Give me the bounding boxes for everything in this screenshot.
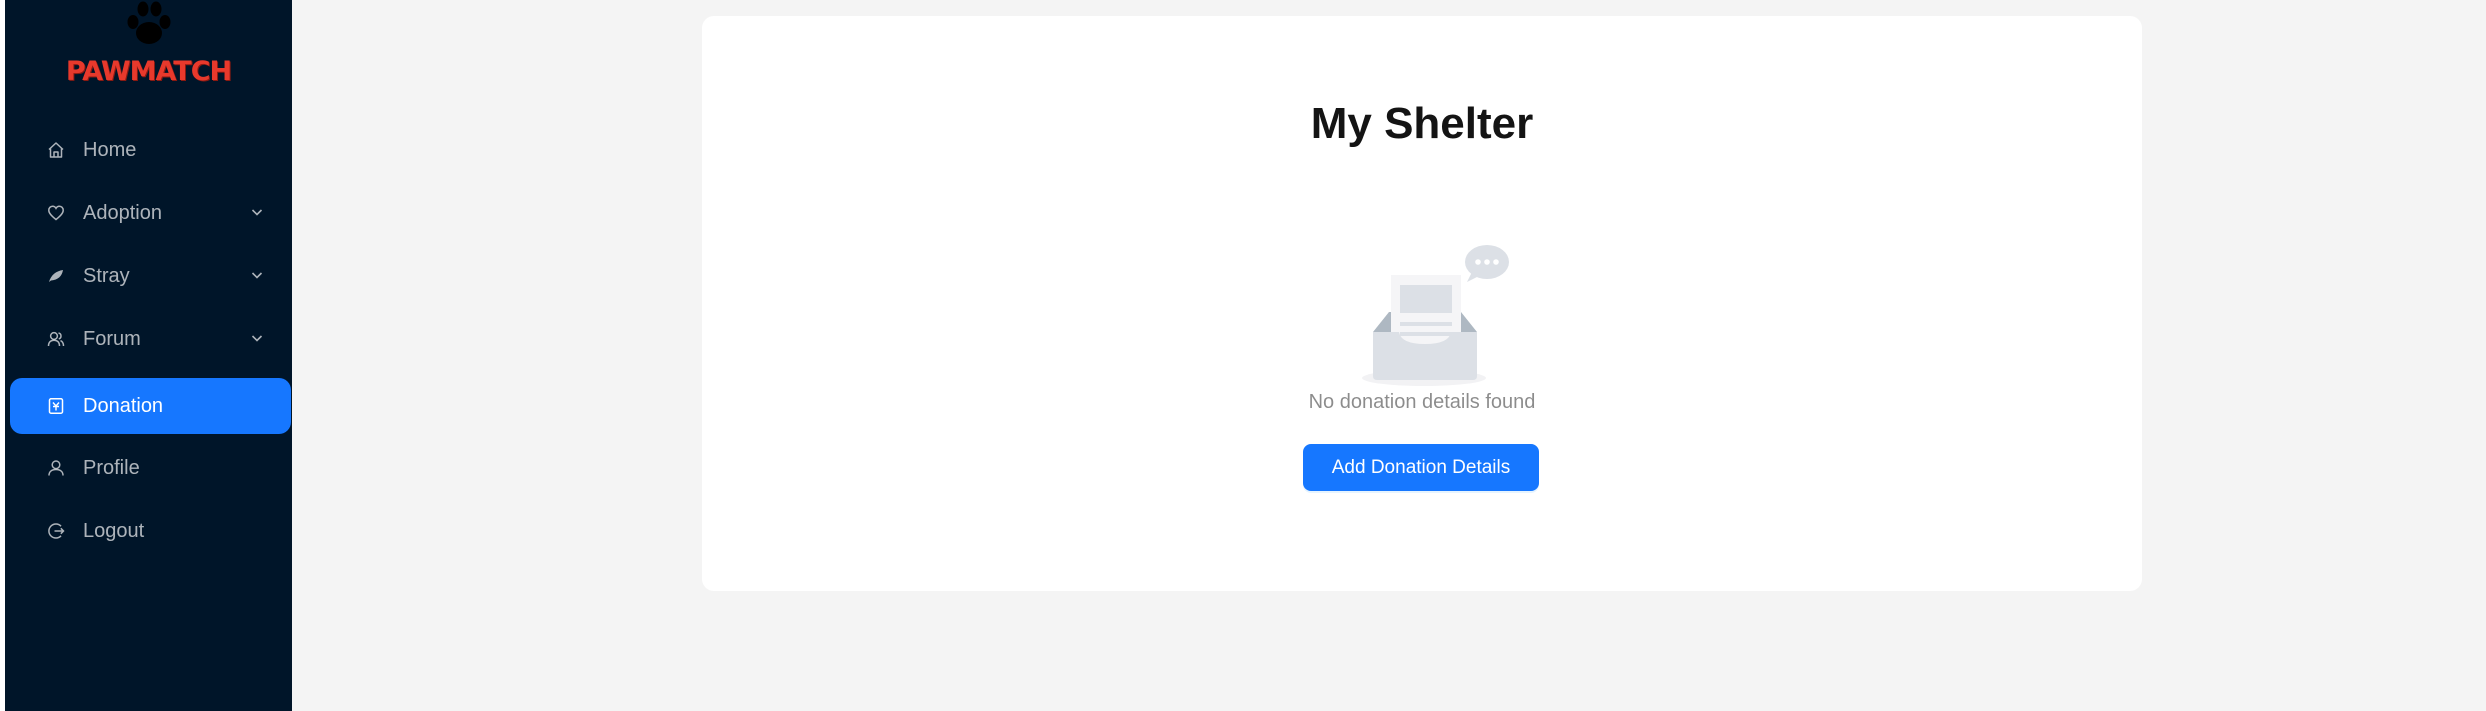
sidebar-item-label: Adoption [83, 202, 162, 224]
sidebar-item-logout[interactable]: Logout [10, 503, 291, 559]
sidebar-item-donation[interactable]: Donation [10, 378, 291, 434]
leaf-icon [49, 270, 63, 282]
sidebar-item-stray[interactable]: Stray [10, 248, 291, 304]
page-title: My Shelter [1310, 99, 1534, 148]
sidebar-item-label: Logout [83, 520, 145, 542]
brand-name: PAWMATCH [65, 56, 232, 87]
sidebar: PAWMATCH Home Adoption Stray Forum Donat… [5, 0, 292, 711]
heart-icon [48, 205, 64, 221]
chevron-down-icon [251, 272, 263, 279]
sidebar-item-label: Stray [83, 265, 130, 287]
users-icon [47, 331, 65, 347]
empty-state-message: No donation details found [1308, 391, 1536, 413]
sidebar-item-label: Donation [83, 395, 164, 417]
empty-inbox-icon [1362, 245, 1509, 386]
shelter-card: My Shelter No donation details found Add… [702, 16, 2142, 591]
paw-icon [127, 1, 171, 44]
sidebar-item-adoption[interactable]: Adoption [10, 185, 291, 241]
sidebar-item-label: Home [83, 139, 137, 161]
chevron-down-icon [251, 209, 263, 216]
home-icon [48, 142, 64, 158]
chevron-down-icon [251, 335, 263, 342]
brand-logo[interactable]: PAWMATCH [5, 0, 292, 92]
sidebar-item-label: Profile [83, 457, 140, 479]
sidebar-item-forum[interactable]: Forum [10, 311, 291, 367]
donation-icon [48, 398, 64, 414]
user-icon [48, 460, 64, 476]
add-donation-details-button[interactable]: Add Donation Details [1303, 444, 1539, 491]
sidebar-item-profile[interactable]: Profile [10, 440, 291, 496]
sidebar-item-label: Forum [83, 328, 141, 350]
logout-icon [48, 523, 65, 539]
sidebar-item-home[interactable]: Home [10, 122, 291, 178]
